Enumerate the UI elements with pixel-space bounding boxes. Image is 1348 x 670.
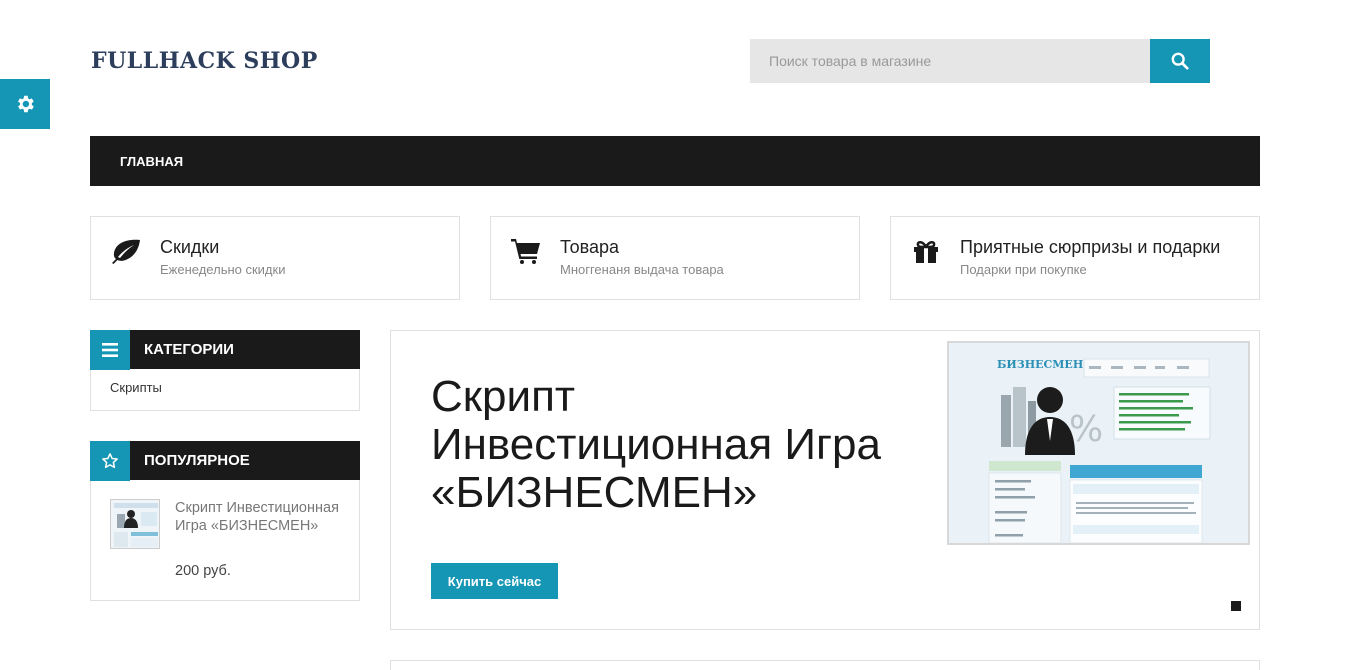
feature-gifts: Приятные сюрпризы и подарки Подарки при … xyxy=(890,216,1260,300)
settings-toggle[interactable] xyxy=(0,79,50,129)
nav-item-home[interactable]: ГЛАВНАЯ xyxy=(90,154,213,169)
cart-icon xyxy=(510,237,542,265)
star-icon xyxy=(90,440,130,481)
slide-image-logo: БИЗНЕСМЕН xyxy=(997,358,1083,371)
menu-icon xyxy=(90,329,130,370)
categories-header: КАТЕГОРИИ xyxy=(90,329,360,370)
popular-product: Скрипт Инвестиционная Игра «БИЗНЕСМЕН» xyxy=(91,480,359,599)
category-item[interactable]: Скрипты xyxy=(91,369,359,407)
search-form xyxy=(750,39,1210,83)
search-icon xyxy=(1171,52,1189,70)
page: FULLHACK SHOP ГЛАВНАЯ Скидки Еженедельно… xyxy=(0,0,1348,670)
feature-goods: Товара Многгенаня выдача товара xyxy=(490,216,860,300)
popular-block: ПОПУЛЯРНОЕ Скрипт Инвестиционная Игра «Б… xyxy=(90,440,360,601)
search-input[interactable] xyxy=(750,39,1150,83)
popular-header: ПОПУЛЯРНОЕ xyxy=(90,440,360,481)
gear-icon xyxy=(18,95,34,113)
gift-icon xyxy=(910,237,942,265)
categories-block: КАТЕГОРИИ Скрипты xyxy=(90,329,360,411)
site-logo[interactable]: FULLHACK SHOP xyxy=(91,48,318,74)
search-button[interactable] xyxy=(1150,39,1210,83)
buy-now-button[interactable]: Купить сейчас xyxy=(431,563,558,599)
feature-subtitle: Многгенаня выдача товара xyxy=(560,262,724,277)
feature-title: Скидки xyxy=(160,237,220,257)
product-price: 200 руб. xyxy=(175,563,231,579)
main-navigation: ГЛАВНАЯ xyxy=(90,136,1260,186)
feature-title: Товара xyxy=(560,237,619,257)
product-thumbnail[interactable] xyxy=(110,499,160,549)
feature-subtitle: Еженедельно скидки xyxy=(160,262,286,277)
svg-text:%: % xyxy=(1069,409,1103,450)
leaf-icon xyxy=(110,237,142,265)
slide-image[interactable]: БИЗНЕСМЕН % xyxy=(947,341,1250,545)
hero-slider: Скрипт Инвестиционная Игра «БИЗНЕСМЕН» К… xyxy=(390,330,1260,630)
next-content-block xyxy=(390,660,1260,670)
slide-title: Скрипт Инвестиционная Игра «БИЗНЕСМЕН» xyxy=(431,372,881,517)
slider-dot[interactable] xyxy=(1231,601,1241,611)
popular-title: ПОПУЛЯРНОЕ xyxy=(144,452,250,469)
product-name[interactable]: Скрипт Инвестиционная Игра «БИЗНЕСМЕН» xyxy=(175,499,345,535)
categories-title: КАТЕГОРИИ xyxy=(144,341,234,358)
feature-discounts: Скидки Еженедельно скидки xyxy=(90,216,460,300)
feature-subtitle: Подарки при покупке xyxy=(960,262,1087,277)
feature-title: Приятные сюрпризы и подарки xyxy=(960,237,1221,257)
